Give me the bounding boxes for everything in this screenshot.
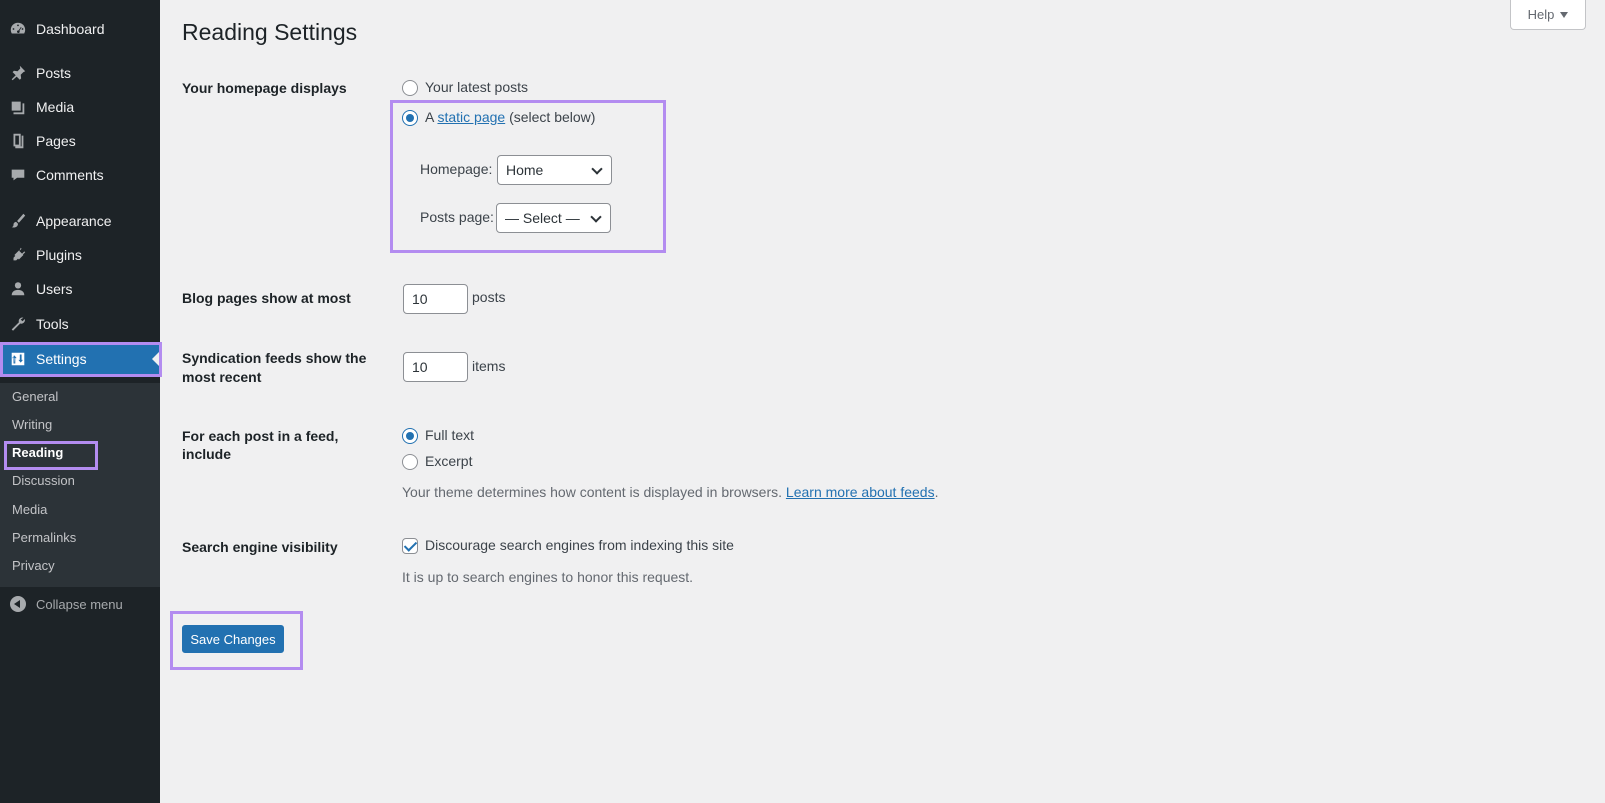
- feed-description-period: .: [934, 484, 939, 500]
- media-icon: [0, 98, 36, 116]
- static-prefix: A: [425, 109, 434, 125]
- settings-submenu: General Writing Reading Discussion Media…: [0, 383, 160, 587]
- feed-include-label-line1: For each post in a feed,: [182, 428, 339, 444]
- submenu-item-discussion[interactable]: Discussion: [12, 473, 75, 488]
- sidebar-item-plugins[interactable]: Plugins: [0, 238, 160, 272]
- discourage-search-label: Discourage search engines from indexing …: [425, 537, 734, 553]
- radio-latest-posts[interactable]: [402, 80, 418, 96]
- chevron-down-icon: [591, 163, 603, 175]
- dashboard-icon: [0, 20, 36, 38]
- static-page-option: A static page (select below): [425, 109, 595, 125]
- collapse-menu-label: Collapse menu: [36, 596, 123, 612]
- sidebar-item-label: Appearance: [36, 213, 112, 229]
- blog-pages-label: Blog pages show at most: [182, 290, 351, 306]
- sidebar-item-appearance[interactable]: Appearance: [0, 204, 160, 238]
- sidebar-item-pages[interactable]: Pages: [0, 124, 160, 158]
- excerpt-label: Excerpt: [425, 453, 473, 469]
- syndication-input[interactable]: 10: [403, 352, 468, 382]
- latest-posts-label: Your latest posts: [425, 79, 528, 95]
- sidebar-item-label: Comments: [36, 167, 104, 183]
- help-label: Help: [1527, 7, 1555, 22]
- radio-excerpt[interactable]: [402, 454, 418, 470]
- sidebar-item-label: Media: [36, 99, 75, 115]
- sidebar-item-comments[interactable]: Comments: [0, 158, 160, 192]
- blog-pages-input[interactable]: 10: [403, 284, 468, 314]
- sidebar-item-users[interactable]: Users: [0, 272, 160, 306]
- caret-down-icon: [1560, 11, 1569, 18]
- submenu-item-media[interactable]: Media: [12, 502, 47, 517]
- feed-description-text: Your theme determines how content is dis…: [402, 484, 783, 500]
- submenu-item-permalinks[interactable]: Permalinks: [12, 530, 76, 545]
- sidebar-item-label: Users: [36, 281, 73, 297]
- homepage-select-label: Homepage:: [420, 161, 493, 177]
- sidebar-item-label: Settings: [36, 351, 87, 367]
- sidebar-item-label: Tools: [36, 316, 69, 332]
- radio-full-text[interactable]: [402, 428, 418, 444]
- sidebar-item-media[interactable]: Media: [0, 90, 160, 124]
- posts-page-select-label: Posts page:: [420, 209, 494, 225]
- submenu-item-reading[interactable]: Reading: [12, 445, 63, 460]
- sidebar-item-label: Pages: [36, 133, 76, 149]
- static-suffix: (select below): [509, 109, 596, 125]
- sidebar-item-label: Dashboard: [36, 21, 105, 37]
- sidebar-item-label: Posts: [36, 65, 72, 81]
- settings-icon: [0, 350, 36, 368]
- pin-icon: [0, 64, 36, 82]
- posts-page-select-value: — Select —: [505, 210, 580, 226]
- save-changes-button[interactable]: Save Changes: [182, 625, 284, 653]
- sidebar-item-label: Plugins: [36, 247, 82, 263]
- sidebar-item-posts[interactable]: Posts: [0, 56, 160, 90]
- collapse-menu-button[interactable]: Collapse menu: [0, 592, 160, 616]
- plug-icon: [0, 246, 36, 264]
- homepage-displays-label: Your homepage displays: [182, 80, 347, 96]
- homepage-select[interactable]: Home: [497, 155, 612, 185]
- learn-more-feeds-link[interactable]: Learn more about feeds: [786, 484, 935, 500]
- submenu-item-general[interactable]: General: [12, 389, 58, 404]
- sidebar-item-tools[interactable]: Tools: [0, 307, 160, 341]
- syndication-label-line1: Syndication feeds show the: [182, 350, 367, 366]
- syndication-label-line2: most recent: [182, 369, 262, 385]
- blog-pages-unit: posts: [472, 289, 506, 305]
- syndication-unit: items: [472, 358, 506, 374]
- discourage-search-checkbox[interactable]: [402, 538, 418, 554]
- pages-icon: [0, 132, 36, 150]
- comment-icon: [0, 166, 36, 184]
- wrench-icon: [0, 315, 36, 333]
- posts-page-select[interactable]: — Select —: [496, 203, 611, 233]
- user-icon: [0, 280, 36, 298]
- collapse-arrow-icon: [10, 596, 26, 612]
- full-text-label: Full text: [425, 427, 475, 443]
- search-visibility-label: Search engine visibility: [182, 539, 338, 555]
- feed-include-label-line2: include: [182, 446, 232, 462]
- brush-icon: [0, 212, 36, 230]
- radio-static-page[interactable]: [402, 110, 418, 126]
- help-button[interactable]: Help: [1510, 0, 1586, 30]
- page-title: Reading Settings: [182, 19, 358, 45]
- static-page-link[interactable]: static page: [437, 109, 505, 125]
- search-visibility-description: It is up to search engines to honor this…: [402, 569, 694, 585]
- chevron-down-icon: [590, 211, 602, 223]
- sidebar-item-dashboard[interactable]: Dashboard: [0, 12, 160, 46]
- admin-sidebar: Dashboard Posts Media Pages Comments App…: [0, 0, 160, 803]
- submenu-item-writing[interactable]: Writing: [12, 417, 52, 432]
- homepage-select-value: Home: [506, 162, 544, 178]
- feed-description: Your theme determines how content is dis…: [402, 484, 938, 500]
- submenu-item-privacy[interactable]: Privacy: [12, 558, 55, 573]
- sidebar-item-settings[interactable]: Settings: [0, 342, 160, 376]
